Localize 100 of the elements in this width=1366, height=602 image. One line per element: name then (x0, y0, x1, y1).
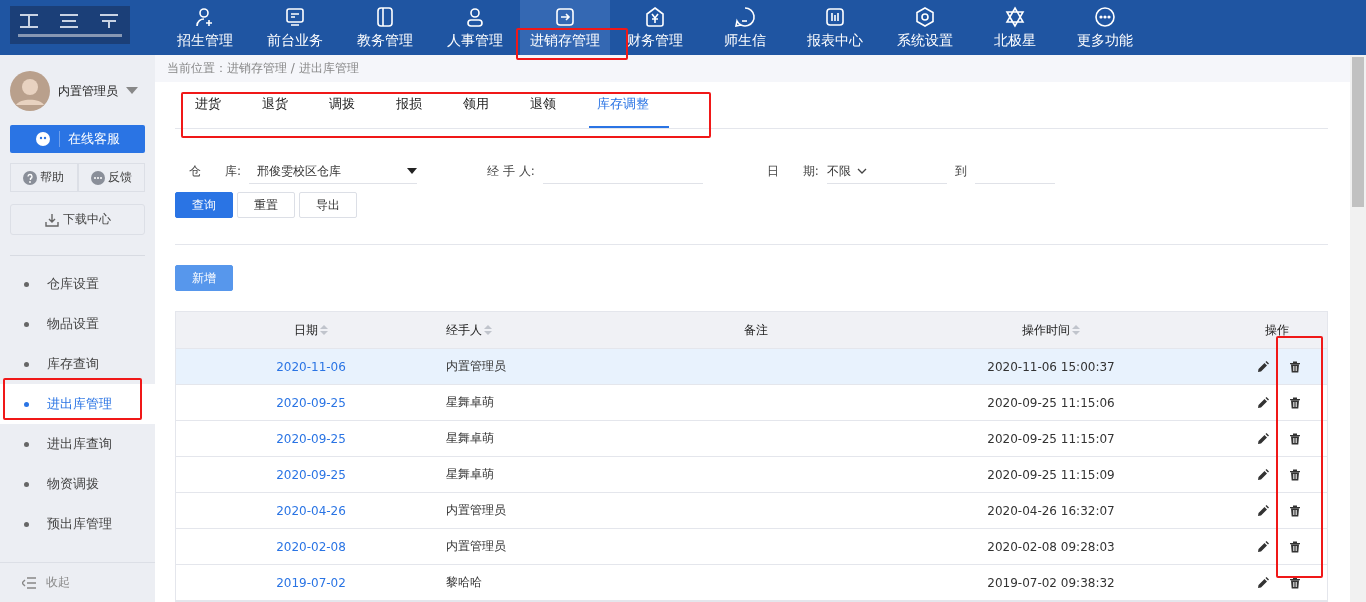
tab[interactable]: 进货 (187, 82, 241, 128)
trash-icon[interactable] (1289, 396, 1301, 409)
sidebar-item[interactable]: 仓库设置 (0, 264, 155, 304)
date-link[interactable]: 2020-02-08 (276, 539, 346, 554)
help-button[interactable]: 帮助 (10, 163, 78, 192)
sidebar-item[interactable]: 库存查询 (0, 344, 155, 384)
edit-icon[interactable] (1257, 540, 1269, 553)
tab[interactable]: 退货 (254, 82, 308, 128)
trash-icon[interactable] (1289, 360, 1301, 373)
table-row[interactable]: 2020-09-25 星舞卓萌 2020-09-25 11:15:09 (176, 457, 1327, 493)
sidebar-item[interactable]: 进出库管理 (0, 384, 155, 424)
table-cell: 星舞卓萌 (446, 430, 494, 447)
column-header[interactable]: 操作时间 (1022, 321, 1070, 339)
table-row[interactable]: 2020-11-06 内置管理员 2020-11-06 15:00:37 (176, 349, 1327, 385)
monitor-icon (284, 5, 306, 28)
table-cell: 2020-09-25 11:15:09 (987, 467, 1115, 482)
date-link[interactable]: 2020-09-25 (276, 431, 346, 446)
column-header[interactable]: 日期 (294, 321, 318, 339)
nav-item[interactable]: 招生管理 (160, 0, 250, 55)
table-cell: 2020-11-06 15:00:37 (987, 359, 1115, 374)
column-header[interactable]: 经手人 (446, 321, 482, 339)
trash-icon[interactable] (1289, 432, 1301, 445)
online-service-button[interactable]: 在线客服 (10, 125, 145, 153)
edit-icon[interactable] (1257, 432, 1269, 445)
download-center-button[interactable]: 下载中心 (10, 204, 145, 235)
date-link[interactable]: 2020-09-25 (276, 395, 346, 410)
table-cell: 2020-09-25 11:15:07 (987, 431, 1115, 446)
caret-icon[interactable] (126, 87, 138, 95)
edit-icon[interactable] (1257, 576, 1269, 589)
nav-item[interactable]: 前台业务 (250, 0, 340, 55)
sidebar-item[interactable]: 物资调拨 (0, 464, 155, 504)
chat-icon (734, 5, 756, 28)
chat-bubble-icon (90, 170, 105, 185)
table-row[interactable]: 2020-09-25 星舞卓萌 2020-09-25 11:15:06 (176, 385, 1327, 421)
date-label: 日 期: (766, 163, 819, 180)
table-cell: 内置管理员 (446, 538, 506, 555)
trash-icon[interactable] (1289, 540, 1301, 553)
warehouse-label: 仓 库: (189, 163, 242, 180)
edit-icon[interactable] (1257, 504, 1269, 517)
date-link[interactable]: 2019-07-02 (276, 575, 346, 590)
trash-icon[interactable] (1289, 468, 1301, 481)
table-cell: 2019-07-02 09:38:32 (987, 575, 1115, 590)
date-link[interactable]: 2020-11-06 (276, 359, 346, 374)
table-cell: 2020-09-25 11:15:06 (987, 395, 1115, 410)
collapse-icon (22, 576, 36, 589)
trash-icon[interactable] (1289, 504, 1301, 517)
edit-icon[interactable] (1257, 396, 1269, 409)
column-header: 备注 (744, 321, 768, 339)
nav-item[interactable]: 进销存管理 (520, 0, 610, 55)
tab[interactable]: 调拨 (321, 82, 375, 128)
gear-icon (914, 5, 936, 28)
scrollbar[interactable] (1350, 55, 1366, 602)
nav-item[interactable]: 人事管理 (430, 0, 520, 55)
date-link[interactable]: 2020-09-25 (276, 467, 346, 482)
sidebar-item[interactable]: 进出库查询 (0, 424, 155, 464)
download-icon (44, 212, 59, 227)
sidebar-item[interactable]: 预出库管理 (0, 504, 155, 544)
user-name[interactable]: 内置管理员 (58, 82, 118, 100)
table-row[interactable]: 2020-09-25 星舞卓萌 2020-09-25 11:15:07 (176, 421, 1327, 457)
caret-icon (407, 168, 418, 174)
trash-icon[interactable] (1289, 576, 1301, 589)
star-icon (1004, 5, 1026, 28)
handler-label: 经 手 人: (487, 163, 535, 180)
nav-item[interactable]: 财务管理 (610, 0, 700, 55)
column-header: 操作 (1265, 321, 1289, 339)
warehouse-select[interactable]: 邢俊雯校区仓库 (249, 159, 418, 184)
table-row[interactable]: 2020-04-26 内置管理员 2020-04-26 16:32:07 (176, 493, 1327, 529)
table-cell: 2020-02-08 09:28:03 (987, 539, 1115, 554)
feedback-button[interactable]: 反馈 (77, 163, 145, 192)
date-range-select[interactable]: 不限 (826, 159, 877, 184)
tab[interactable]: 报损 (388, 82, 442, 128)
book-icon (374, 5, 396, 28)
table-row[interactable]: 2020-02-08 内置管理员 2020-02-08 09:28:03 (176, 529, 1327, 565)
export-button[interactable]: 导出 (299, 192, 357, 218)
nav-item[interactable]: 师生信 (700, 0, 790, 55)
nav-item[interactable]: 北极星 (970, 0, 1060, 55)
money-icon (644, 5, 666, 28)
date-link[interactable]: 2020-04-26 (276, 503, 346, 518)
nav-item[interactable]: 教务管理 (340, 0, 430, 55)
logo-icon (10, 6, 130, 44)
nav-item[interactable]: 更多功能 (1060, 0, 1150, 55)
table-cell: 星舞卓萌 (446, 466, 494, 483)
table-cell: 2020-04-26 16:32:07 (987, 503, 1115, 518)
nav-item[interactable]: 系统设置 (880, 0, 970, 55)
table-row[interactable]: 2019-07-02 黎哈哈 2019-07-02 09:38:32 (176, 565, 1327, 601)
query-button[interactable]: 查询 (175, 192, 233, 218)
reset-button[interactable]: 重置 (237, 192, 295, 218)
nav-item[interactable]: 报表中心 (790, 0, 880, 55)
help-icon (23, 170, 38, 185)
edit-icon[interactable] (1257, 468, 1269, 481)
table-cell: 星舞卓萌 (446, 394, 494, 411)
arrow-box-icon (554, 5, 576, 28)
edit-icon[interactable] (1257, 360, 1269, 373)
tab[interactable]: 库存调整 (589, 82, 669, 128)
tab[interactable]: 领用 (455, 82, 509, 128)
table-cell: 内置管理员 (446, 358, 506, 375)
tab[interactable]: 退领 (522, 82, 576, 128)
sidebar-item[interactable]: 物品设置 (0, 304, 155, 344)
person-icon (464, 5, 486, 28)
table-cell: 内置管理员 (446, 502, 506, 519)
